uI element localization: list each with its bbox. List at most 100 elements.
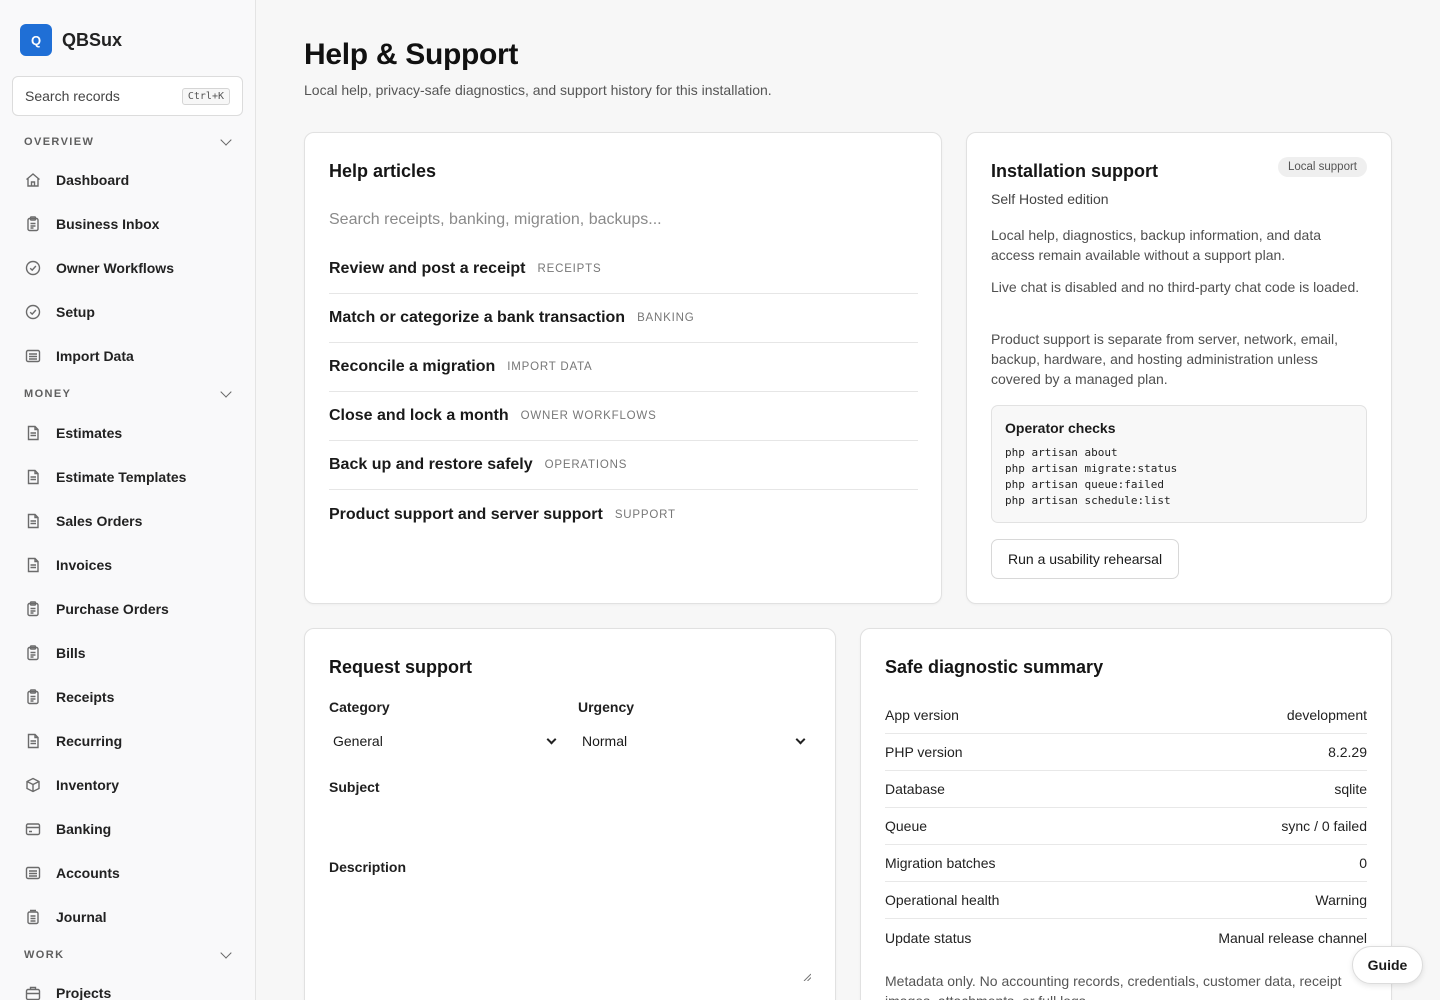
help-articles-title: Help articles [329, 161, 437, 181]
sidebar-item-estimate-templates[interactable]: Estimate Templates [24, 461, 234, 493]
sidebar-item-accounts[interactable]: Accounts [24, 857, 234, 889]
diagnostic-label: Queue [885, 818, 928, 834]
sidebar-item-estimates[interactable]: Estimates [24, 417, 234, 449]
article-tag: IMPORT DATA [507, 361, 593, 373]
sidebar-item-label: Business Inbox [56, 216, 160, 232]
sidebar-item-receipts[interactable]: Receipts [24, 681, 234, 713]
sidebar-item-sales-orders[interactable]: Sales Orders [24, 505, 234, 537]
diagnostic-value: Manual release channel [1218, 929, 1367, 946]
sidebar-item-label: Inventory [56, 777, 120, 793]
page-subtitle: Local help, privacy-safe diagnostics, an… [304, 82, 772, 98]
sidebar-item-label: Import Data [56, 348, 134, 364]
sidebar-item-journal[interactable]: Journal [24, 901, 234, 933]
sidebar-item-bills[interactable]: Bills [24, 637, 234, 669]
request-support-title: Request support [329, 657, 473, 677]
home-icon [24, 171, 42, 189]
briefcase-icon [24, 984, 42, 1000]
sidebar-item-label: Invoices [56, 557, 113, 573]
sidebar-item-invoices[interactable]: Invoices [24, 549, 234, 581]
document-icon [24, 512, 42, 530]
search-records-label: Search records [25, 88, 120, 104]
sidebar-item-label: Sales Orders [56, 513, 143, 529]
help-article-link[interactable]: Back up and restore safely OPERATIONS [329, 441, 918, 490]
edition-label: Self Hosted edition [991, 191, 1109, 207]
help-article-link[interactable]: Reconcile a migration IMPORT DATA [329, 343, 918, 392]
diagnostic-row: Migration batches 0 [885, 845, 1367, 882]
section-overview[interactable]: OVERVIEW [24, 134, 232, 148]
article-title: Reconcile a migration [329, 358, 496, 375]
article-tag: RECEIPTS [537, 263, 602, 275]
bank-icon [24, 820, 42, 838]
list-box-icon [24, 864, 42, 882]
sidebar-item-label: Banking [56, 821, 112, 837]
sidebar-item-banking[interactable]: Banking [24, 813, 234, 845]
category-select[interactable]: General [329, 726, 561, 756]
clipboard-icon [24, 688, 42, 706]
run-usability-rehearsal-button[interactable]: Run a usability rehearsal [991, 539, 1180, 579]
category-label: Category [329, 699, 390, 715]
section-work[interactable]: WORK [24, 947, 232, 961]
help-article-link[interactable]: Match or categorize a bank transaction B… [329, 294, 918, 343]
diagnostic-label: Operational health [885, 892, 1000, 908]
sidebar-item-dashboard[interactable]: Dashboard [24, 164, 234, 196]
section-money-title: MONEY [24, 388, 72, 400]
section-money[interactable]: MONEY [24, 386, 232, 400]
diagnostic-label: Update status [885, 929, 972, 946]
installation-support-card: Installation support Local support Self … [966, 132, 1392, 604]
command-line: php artisan schedule:list [1005, 494, 1171, 507]
sidebar-item-purchase-orders[interactable]: Purchase Orders [24, 593, 234, 625]
sidebar-item-business-inbox[interactable]: Business Inbox [24, 208, 234, 240]
search-shortcut-badge: Ctrl+K [181, 87, 230, 105]
help-article-link[interactable]: Review and post a receipt RECEIPTS [329, 245, 918, 294]
article-title: Review and post a receipt [329, 260, 526, 277]
help-search-input[interactable]: Search receipts, banking, migration, bac… [329, 211, 662, 229]
sidebar-item-setup[interactable]: Setup [24, 296, 234, 328]
article-tag: OWNER WORKFLOWS [520, 410, 657, 422]
article-title: Back up and restore safely [329, 456, 533, 473]
diagnostic-value: 8.2.29 [1328, 744, 1367, 760]
box-icon [24, 776, 42, 794]
diagnostic-row: App version development [885, 697, 1367, 734]
brand[interactable]: Q QBSux [20, 24, 122, 56]
sidebar-item-label: Purchase Orders [56, 601, 169, 617]
diagnostic-row: Update status Manual release channel [885, 919, 1367, 956]
sidebar-item-label: Bills [56, 645, 86, 661]
local-support-badge: Local support [1277, 157, 1367, 177]
search-records-input[interactable]: Search records Ctrl+K [12, 76, 243, 116]
urgency-select[interactable]: Normal [578, 726, 810, 756]
article-title: Close and lock a month [329, 407, 509, 424]
article-tag: SUPPORT [614, 508, 676, 521]
urgency-label: Urgency [578, 699, 635, 715]
help-article-link[interactable]: Close and lock a month OWNER WORKFLOWS [329, 392, 918, 441]
sidebar-item-label: Accounts [56, 865, 120, 881]
clipboard-icon [24, 644, 42, 662]
sidebar-item-recurring[interactable]: Recurring [24, 725, 234, 757]
document-icon [24, 468, 42, 486]
description-label: Description [329, 859, 407, 875]
diagnostic-value: sync / 0 failed [1281, 818, 1367, 834]
sidebar-item-inventory[interactable]: Inventory [24, 769, 234, 801]
guide-button[interactable]: Guide [1352, 946, 1423, 984]
sidebar-item-label: Receipts [56, 689, 115, 705]
help-article-link[interactable]: Product support and server support SUPPO… [329, 490, 918, 539]
diagnostic-label: Database [885, 781, 945, 797]
resize-handle-icon[interactable] [803, 973, 811, 981]
chevron-down-icon [795, 734, 806, 744]
diagnostic-summary-title: Safe diagnostic summary [885, 657, 1104, 677]
urgency-value: Normal [582, 733, 628, 749]
command-line: php artisan queue:failed [1005, 478, 1164, 491]
section-overview-title: OVERVIEW [24, 136, 95, 148]
check-circle-icon [24, 303, 42, 321]
diagnostic-summary-card: Safe diagnostic summary App version deve… [860, 628, 1392, 1000]
chevron-down-icon [220, 134, 232, 146]
subject-input[interactable] [329, 801, 811, 835]
sidebar-item-owner-workflows[interactable]: Owner Workflows [24, 252, 234, 284]
sidebar-item-label: Setup [56, 304, 95, 320]
diagnostic-label: Migration batches [885, 855, 996, 871]
sidebar-item-projects[interactable]: Projects [24, 977, 234, 1000]
sidebar-item-label: Projects [56, 985, 112, 1000]
sidebar-item-import-data[interactable]: Import Data [24, 340, 234, 372]
installation-support-title: Installation support [991, 161, 1159, 181]
brand-name: QBSux [62, 29, 123, 50]
description-textarea[interactable] [329, 881, 811, 981]
